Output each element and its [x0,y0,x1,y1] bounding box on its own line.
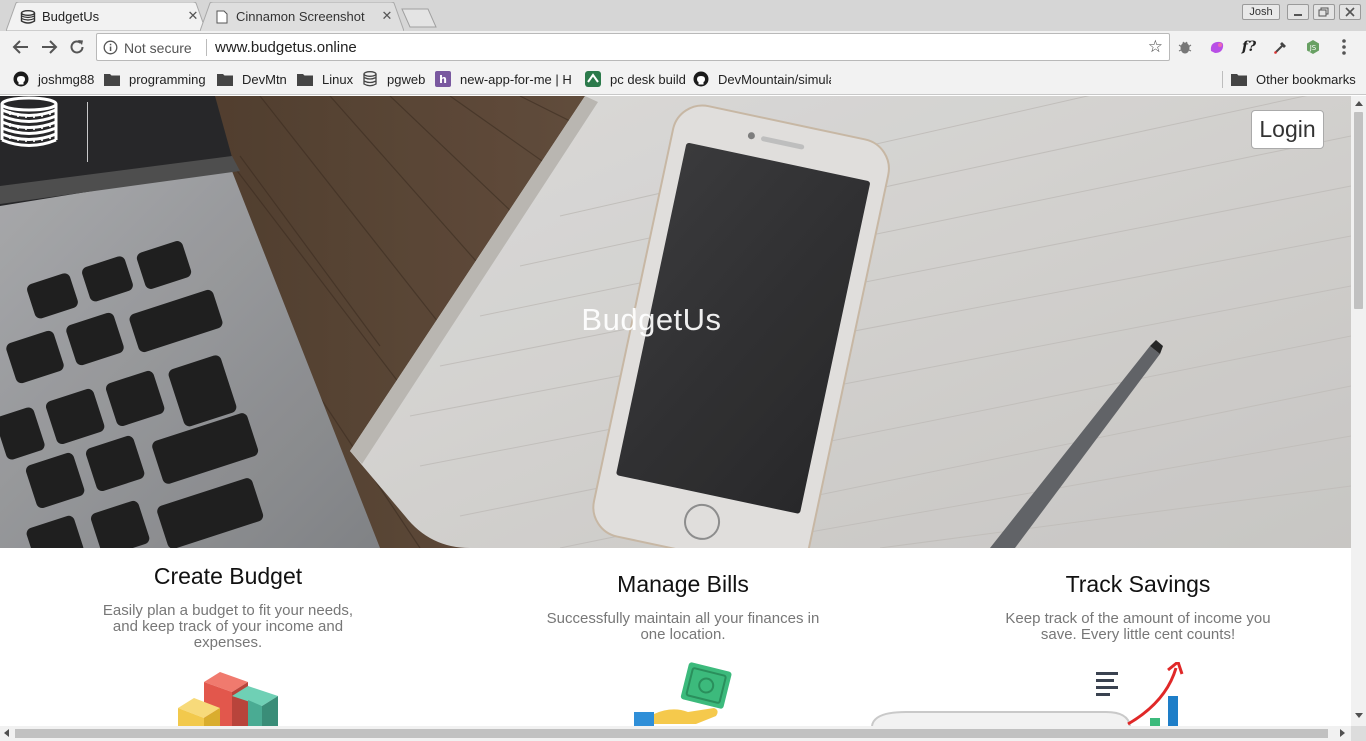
bookmarks-divider [1222,71,1223,88]
maximize-button[interactable] [1313,4,1335,20]
security-indicator[interactable]: Not secure [124,40,192,56]
bookmark-devmountain-simula[interactable]: DevMountain/simula [693,70,831,88]
list-lines-icon [1096,672,1118,696]
folder-icon [217,71,233,87]
tab-title: BudgetUs [42,9,100,24]
tab-title: Cinnamon Screenshot S [236,9,368,24]
new-tab-button[interactable] [398,2,440,31]
close-icon [1345,7,1355,17]
bookmark-pgweb[interactable]: pgweb [362,70,425,88]
logo-divider [87,102,88,162]
horizontal-scrollbar[interactable] [0,726,1351,741]
browser-toolbar: Not secure www.budgetus.online ☆ f? JS [0,31,1366,63]
eyedropper-icon[interactable] [1272,38,1290,56]
feature-title: Manage Bills [617,571,749,597]
github-icon [13,71,29,87]
scroll-right-icon[interactable] [1340,729,1345,737]
hero-banner: Login BudgetUs [0,96,1351,548]
tab-close-icon[interactable]: ✕ [186,9,200,23]
github-icon [693,71,709,87]
arrow-left-icon [12,40,28,54]
paint-icon[interactable] [1208,38,1226,56]
bookmark-star-icon[interactable]: ☆ [1148,38,1163,56]
bookmark-label: pgweb [387,71,426,87]
bookmark-label: joshmg88 [38,71,95,87]
scroll-left-icon[interactable] [4,729,9,737]
feature-track-savings: Track Savings Keep track of the amount o… [1003,571,1273,643]
heroku-icon: h [435,71,451,87]
profile-button[interactable]: Josh [1242,4,1280,20]
feature-description: Easily plan a budget to fit your needs, … [102,602,354,651]
bookmark-label: programming [129,71,206,87]
bookmark-label: DevMountain/simula [718,71,831,87]
hero-title: BudgetUs [581,302,722,337]
tab-cinnamon-screenshot[interactable]: Cinnamon Screenshot S ✕ [200,2,404,31]
bookmark-label: new-app-for-me | H [460,71,572,87]
font-finder-icon[interactable]: f? [1240,38,1258,56]
money-hand-illustration [634,662,732,726]
bug-icon[interactable] [1176,38,1194,56]
folder-icon [1231,71,1247,87]
new-tab-icon [401,8,437,28]
horizontal-scroll-thumb[interactable] [15,729,1328,738]
bookmark-label: Linux [322,71,354,87]
restore-icon [1318,7,1329,17]
arrow-right-icon [42,40,58,54]
tab-close-icon[interactable]: ✕ [380,9,394,23]
forward-button[interactable] [39,37,59,57]
minimize-icon [1294,14,1302,16]
bookmark-joshmg88[interactable]: joshmg88 [13,70,94,88]
svg-text:h: h [439,73,447,86]
address-bar[interactable]: Not secure www.budgetus.online ☆ [96,33,1170,61]
bookmark-new-app-for-me[interactable]: h new-app-for-me | H [435,70,572,88]
feature-description: Successfully maintain all your finances … [546,610,820,643]
savings-growth-illustration [871,662,1184,726]
info-icon[interactable] [103,40,118,55]
document-icon [214,9,230,25]
browser-titlebar: BudgetUs ✕ Cinnamon Screenshot S ✕ Josh [0,0,1366,31]
coins-logo-icon[interactable] [0,96,62,152]
node-icon[interactable]: JS [1304,38,1322,56]
folder-icon [104,71,120,87]
other-bookmarks[interactable]: Other bookmarks [1231,70,1356,88]
bookmark-linux[interactable]: Linux [297,70,353,88]
web-page: Login BudgetUs Create Budget Easily plan… [0,96,1351,726]
address-divider [206,39,207,56]
feature-description: Keep track of the amount of income you s… [1005,610,1271,643]
login-button[interactable]: Login [1251,110,1324,149]
close-window-button[interactable] [1339,4,1361,20]
scroll-down-icon[interactable] [1355,713,1363,718]
tab-budgetus[interactable]: BudgetUs ✕ [6,2,206,31]
bookmark-label: DevMtn [242,71,287,87]
menu-dots-icon[interactable] [1342,39,1346,55]
bar-blocks-illustration [178,672,278,726]
svg-text:JS: JS [1309,44,1317,52]
pcpartpicker-icon [585,71,601,87]
other-bookmarks-label: Other bookmarks [1256,71,1356,87]
database-icon [362,71,378,87]
coins-icon [20,9,36,25]
feature-create-budget: Create Budget Easily plan a budget to fi… [93,563,363,651]
bookmarks-bar: joshmg88 programming DevMtn Linux pgweb … [0,63,1366,95]
scrollbar-corner [1351,726,1366,741]
vertical-scrollbar[interactable] [1351,96,1366,726]
folder-icon [297,71,313,87]
reload-button[interactable] [67,37,87,57]
back-button[interactable] [11,37,31,57]
vertical-scroll-thumb[interactable] [1354,112,1363,309]
scroll-up-icon[interactable] [1355,101,1363,106]
bookmark-programming[interactable]: programming [104,70,206,88]
minimize-button[interactable] [1287,4,1309,20]
reload-icon [70,40,84,54]
url-text[interactable]: www.budgetus.online [215,39,357,56]
bookmark-label: pc desk build [610,71,686,87]
feature-title: Track Savings [1065,571,1211,597]
bookmark-pc-desk-build[interactable]: pc desk build [585,70,686,88]
bookmark-devmtn[interactable]: DevMtn [217,70,287,88]
feature-manage-bills: Manage Bills Successfully maintain all y… [543,571,823,643]
feature-title: Create Budget [153,563,303,589]
